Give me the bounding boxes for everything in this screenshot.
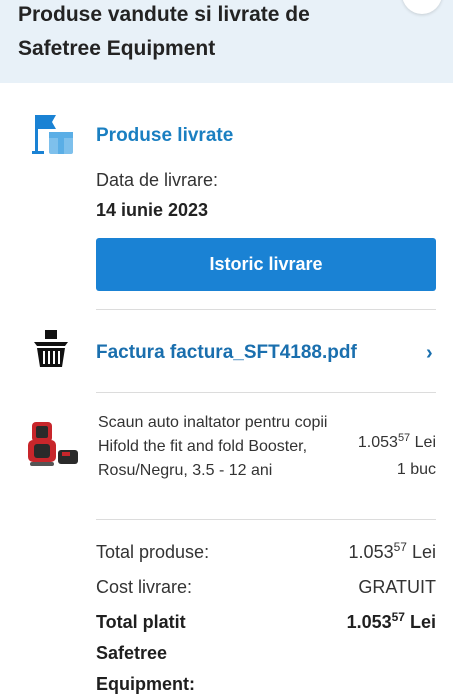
divider [96, 309, 436, 310]
total-paid-label-1: Total platit [96, 612, 186, 632]
page-title: Produse vandute si livrate de Safetree E… [18, 3, 310, 60]
total-products-currency: Lei [411, 542, 436, 562]
total-paid-label-2: Safetree [96, 643, 168, 663]
product-price-currency: Lei [414, 434, 436, 451]
total-paid-label-3: Equipment: [96, 674, 195, 694]
total-products-label: Total produse: [96, 542, 210, 562]
product-quantity: 1 buc [396, 461, 436, 478]
total-paid-int: 1.053 [346, 612, 392, 632]
total-paid-dec: 57 [391, 610, 405, 624]
product-price: 1.05357 Lei [330, 432, 436, 452]
car-seat-image [28, 422, 78, 466]
invoice-link[interactable]: Factura factura_SFT4188.pdf [96, 342, 357, 364]
total-products-value: 1.05357 Lei [348, 540, 436, 563]
total-paid-currency: Lei [409, 612, 436, 632]
divider [96, 392, 436, 393]
shipping-value: GRATUIT [358, 577, 436, 597]
shipping-label: Cost livrare: [96, 577, 193, 597]
delivered-title: Produse livrate [96, 125, 234, 146]
close-button[interactable]: ✕ [402, 0, 442, 14]
chevron-right-icon[interactable]: › [426, 342, 433, 365]
basket-icon [34, 330, 68, 367]
total-products-int: 1.053 [348, 542, 394, 562]
order-card [0, 83, 453, 699]
page-header: Produse vandute si livrate de Safetree E… [0, 0, 453, 83]
product-price-int: 1.053 [357, 434, 398, 451]
total-paid-value: 1.05357 Lei [346, 610, 436, 633]
delivery-date-value: 14 iunie 2023 [96, 200, 209, 220]
divider [96, 519, 436, 520]
flag-box-icon [32, 115, 73, 154]
delivery-history-button[interactable]: Istoric livrare [96, 238, 436, 291]
delivery-date-label: Data de livrare: [96, 170, 219, 190]
total-products-dec: 57 [393, 540, 407, 554]
product-name[interactable]: Scaun auto inaltator pentru copii Hifold… [98, 411, 343, 483]
close-icon: ✕ [402, 0, 442, 5]
product-price-dec: 57 [397, 432, 411, 444]
